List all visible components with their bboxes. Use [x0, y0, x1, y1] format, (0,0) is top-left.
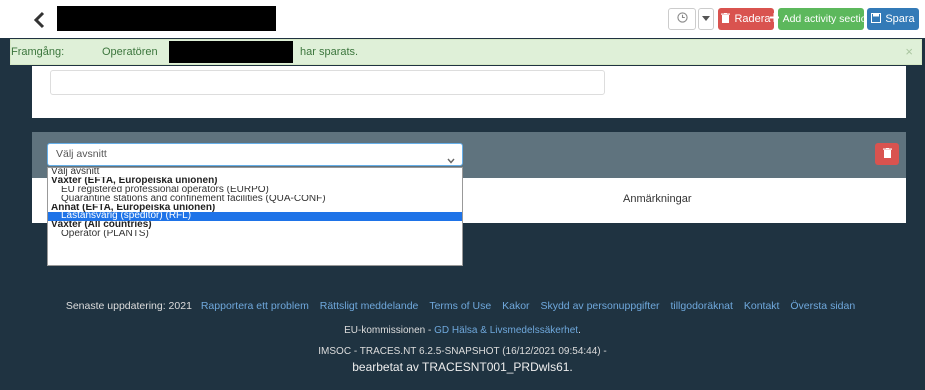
- section-select[interactable]: Välj avsnitt: [47, 143, 463, 166]
- dropdown-group-label: Annat (EFTA, Europeiska unionen): [51, 203, 216, 213]
- footer-link-credits[interactable]: tillgodoräknat: [670, 300, 732, 312]
- delete-button[interactable]: Radera: [718, 8, 774, 30]
- history-dropdown-toggle[interactable]: [698, 8, 714, 30]
- footer-link-contact[interactable]: Kontakt: [744, 300, 780, 312]
- trash-icon: [721, 12, 731, 26]
- alert-prefix: Framgång:: [11, 46, 65, 58]
- dropdown-option[interactable]: Välj avsnitt: [48, 168, 462, 177]
- footer-processed-by: bearbetat av TRACESNT001_PRDwls61.: [352, 360, 573, 374]
- dropdown-option-highlighted[interactable]: Lastansvarig (speditör) (RFL): [48, 212, 462, 222]
- footer-link-legal-notice[interactable]: Rättsligt meddelande: [320, 300, 419, 312]
- alert-message-end: har sparats.: [300, 46, 359, 58]
- add-activity-section-button[interactable]: Add activity section: [769, 8, 872, 30]
- delete-button-label: Radera: [734, 13, 771, 25]
- plus-icon: [769, 13, 779, 25]
- back-button[interactable]: [32, 11, 46, 29]
- footer-last-updated: Senaste uppdatering: 2021: [65, 300, 192, 312]
- add-button-label: Add activity section: [782, 13, 873, 25]
- save-button[interactable]: Spara: [867, 8, 919, 30]
- upper-form-panel: [32, 66, 906, 118]
- caret-down-icon: [702, 13, 710, 25]
- dropdown-group-label: Växter (All countries): [51, 221, 152, 231]
- footer-links-row: Senaste uppdatering: 2021 Rapportera ett…: [0, 300, 925, 312]
- dropdown-option[interactable]: EU registered professional operators (EU…: [48, 186, 462, 195]
- footer-commission-row: EU-kommissionen - GD Hälsa & Livsmedelss…: [0, 325, 925, 336]
- text-field[interactable]: [50, 70, 605, 95]
- clock-icon: [676, 12, 688, 26]
- floppy-disk-icon: [871, 12, 882, 26]
- page-title-redacted: [57, 6, 276, 31]
- alert-close-button[interactable]: ×: [905, 44, 913, 59]
- operator-name-redacted: [169, 41, 293, 63]
- top-toolbar: Radera Add activity section Spara: [0, 0, 925, 38]
- footer-dg-suffix: .: [578, 325, 581, 336]
- history-button[interactable]: [668, 8, 696, 30]
- footer-link-cookies[interactable]: Kakor: [502, 300, 529, 312]
- footer-link-dg-sante[interactable]: GD Hälsa & Livsmedelssäkerhet: [434, 325, 578, 336]
- trash-icon: [882, 147, 892, 161]
- chevron-left-icon: [32, 11, 46, 29]
- dropdown-group-label: Växter (EFTA, Europeiska unionen): [51, 176, 218, 186]
- delete-section-button[interactable]: [875, 143, 899, 165]
- footer-version: IMSOC - TRACES.NT 6.2.5-SNAPSHOT (16/12/…: [318, 346, 607, 357]
- footer-commission: EU-kommissionen: [344, 325, 426, 336]
- section-dropdown-list: Välj avsnitt Växter (EFTA, Europeiska un…: [47, 167, 463, 266]
- footer-link-top[interactable]: Översta sidan: [790, 300, 855, 312]
- dropdown-option[interactable]: Operatör (PLANTS): [48, 230, 462, 239]
- success-alert: Framgång: Operatören har sparats. ×: [10, 39, 922, 65]
- footer-link-privacy[interactable]: Skydd av personuppgifter: [540, 300, 659, 312]
- section-select-value: Välj avsnitt: [56, 148, 107, 160]
- alert-message-start: Operatören: [102, 46, 158, 58]
- footer-link-report-problem[interactable]: Rapportera ett problem: [201, 300, 309, 312]
- footer-link-terms[interactable]: Terms of Use: [429, 300, 491, 312]
- save-button-label: Spara: [885, 13, 915, 25]
- dropdown-option[interactable]: Quarantine stations and confinement faci…: [48, 195, 462, 204]
- remarks-column-header: Anmärkningar: [623, 193, 692, 205]
- footer-separator: -: [425, 325, 435, 336]
